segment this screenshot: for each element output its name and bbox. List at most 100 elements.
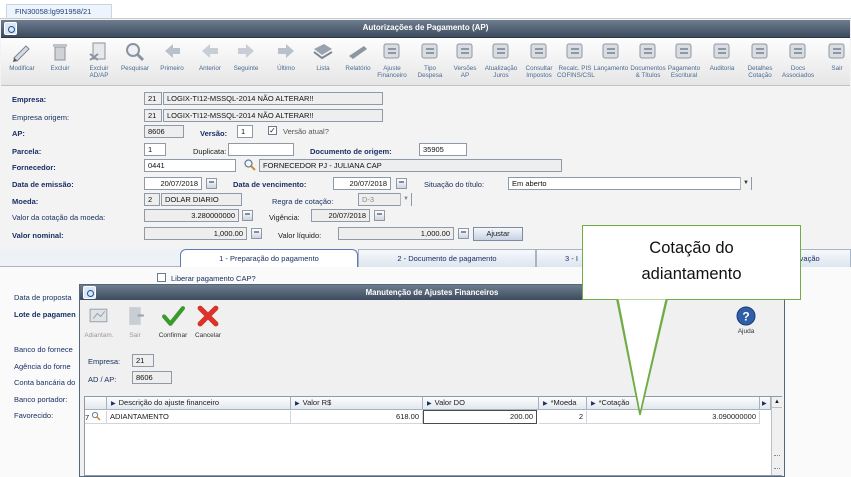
toolbar-button-4[interactable]: Pesquisar bbox=[117, 40, 153, 84]
expense-type-icon bbox=[412, 40, 448, 62]
valor-nominal-field[interactable]: 1,000.00 bbox=[144, 227, 247, 240]
empresa-origem-name-field[interactable]: LOGIX-TI12-MSSQL-2014 NÃO ALTERAR!! bbox=[163, 109, 383, 122]
lower-field-label: Data de proposta bbox=[14, 293, 72, 302]
col-header-cotacao[interactable]: ▶ *Cotação bbox=[587, 397, 760, 410]
modal-adap-label: AD / AP: bbox=[88, 375, 117, 384]
calculator-icon[interactable] bbox=[458, 228, 469, 239]
exit-door-icon bbox=[123, 307, 147, 330]
calculator-icon[interactable] bbox=[242, 210, 253, 221]
col-header-valor-rs[interactable]: ▶ Valor R$ bbox=[291, 397, 423, 410]
help-icon: ? bbox=[736, 306, 756, 326]
payment-icon bbox=[666, 40, 702, 62]
callout-line1: Cotação do bbox=[649, 239, 734, 257]
dialog-button-adiantam[interactable]: Adiantam. bbox=[82, 304, 116, 339]
valor-liquido-field[interactable]: 1,000.00 bbox=[338, 227, 454, 240]
toolbar-button-13[interactable]: Versões AP bbox=[447, 40, 483, 84]
dialog-button-sair[interactable]: Sair bbox=[118, 304, 152, 339]
moeda-name-field[interactable]: DOLAR DIARIO bbox=[161, 193, 242, 206]
advance-icon bbox=[87, 308, 111, 330]
fornecedor-search-icon[interactable] bbox=[243, 158, 257, 172]
chevron-down-icon[interactable]: ▼ bbox=[740, 177, 751, 190]
document-tab[interactable]: FIN30058:lg991958/21 bbox=[6, 4, 112, 18]
situacao-select[interactable]: Em aberto bbox=[508, 177, 752, 190]
toolbar-button-label: Versões AP bbox=[453, 65, 477, 79]
toolbar-button-19[interactable]: Pagamento Escritural bbox=[666, 40, 702, 84]
ajustar-button[interactable]: Ajustar bbox=[473, 227, 523, 241]
toolbar-button-label: Pesquisar bbox=[120, 65, 149, 72]
toolbar-button-17[interactable]: Lançamento bbox=[593, 40, 629, 84]
toolbar-button-11[interactable]: Ajuste Financeiro bbox=[374, 40, 410, 84]
tab-documento[interactable]: 2 - Documento de pagamento bbox=[358, 249, 536, 267]
toolbar-button-21[interactable]: Detalhes Cotação bbox=[742, 40, 778, 84]
versao-atual-checkbox[interactable]: ✓ bbox=[268, 126, 277, 135]
toolbar-button-12[interactable]: Tipo Despesa bbox=[412, 40, 448, 84]
cell-valor-rs[interactable]: 618.00 bbox=[291, 411, 423, 424]
data-vencimento-field[interactable]: 20/07/2018 bbox=[333, 177, 391, 190]
toolbar-button-9[interactable]: Lista bbox=[305, 40, 341, 84]
toolbar-button-1[interactable]: Modificar bbox=[4, 40, 40, 84]
liberar-pagamento-checkbox[interactable] bbox=[157, 273, 166, 282]
col-header-descricao[interactable]: ▶ Descrição do ajuste financeiro bbox=[107, 397, 291, 410]
toolbar-button-23[interactable]: Sair bbox=[819, 40, 851, 84]
scroll-grip[interactable] bbox=[774, 455, 780, 469]
toolbar-button-18[interactable]: Documentos & Títulos bbox=[630, 40, 666, 84]
dialog-button-cancelar[interactable]: Cancelar bbox=[191, 304, 225, 339]
documento-origem-field[interactable]: 35905 bbox=[419, 143, 467, 156]
empresa-origem-code-field[interactable]: 21 bbox=[144, 109, 162, 122]
parcela-label: Parcela: bbox=[12, 147, 42, 156]
calendar-icon[interactable] bbox=[374, 210, 385, 221]
toolbar-button-22[interactable]: Docs Associados bbox=[780, 40, 816, 84]
empresa-code-field[interactable]: 21 bbox=[144, 92, 162, 105]
chevron-down-icon[interactable]: ▼ bbox=[400, 193, 411, 206]
ap-label: AP: bbox=[12, 129, 25, 138]
toolbar-button-14[interactable]: Atualização Juros bbox=[483, 40, 519, 84]
cell-descricao[interactable]: ADIANTAMENTO bbox=[107, 411, 291, 424]
toolbar-button-label: Primeiro bbox=[160, 65, 184, 72]
toolbar-button-8[interactable]: Último bbox=[268, 40, 304, 84]
ap-field[interactable]: 8606 bbox=[144, 125, 184, 138]
calculator-icon[interactable] bbox=[251, 228, 262, 239]
previous-arrow-icon bbox=[192, 40, 228, 62]
tab-3[interactable]: 3 - I bbox=[536, 249, 584, 267]
next-arrow-icon bbox=[228, 40, 264, 62]
toolbar-button-20[interactable]: Auditoria bbox=[704, 40, 740, 84]
vertical-scrollbar[interactable]: ▲ bbox=[771, 397, 782, 475]
fornecedor-name-field[interactable]: FORNECEDOR PJ - JULIANA CAP bbox=[259, 159, 562, 172]
calendar-icon[interactable] bbox=[206, 178, 217, 189]
empresa-name-field[interactable]: LOGIX-TI12-MSSQL-2014 NÃO ALTERAR!! bbox=[163, 92, 383, 105]
toolbar-button-15[interactable]: Consultar Impostos bbox=[521, 40, 557, 84]
modal-adap-field[interactable]: 8606 bbox=[132, 371, 172, 384]
toolbar-button-6[interactable]: Anterior bbox=[192, 40, 228, 84]
duplicata-field[interactable] bbox=[228, 143, 294, 156]
moeda-label: Moeda: bbox=[12, 197, 39, 206]
col-header-valor-do[interactable]: ▶ Valor DO bbox=[423, 397, 539, 410]
tab-preparacao[interactable]: 1 - Preparação do pagamento bbox=[180, 249, 358, 267]
vigencia-field[interactable]: 20/07/2018 bbox=[311, 209, 370, 222]
cell-cotacao[interactable]: 3.090000000 bbox=[587, 411, 760, 424]
lower-field-label: Conta bancária do bbox=[14, 378, 76, 387]
table-row-indicator[interactable]: 7 bbox=[85, 411, 107, 424]
cell-valor-do[interactable]: 200.00 bbox=[423, 410, 537, 424]
situacao-value: Em aberto bbox=[512, 179, 547, 188]
cell-moeda[interactable]: 2 bbox=[539, 411, 587, 424]
toolbar-button-2[interactable]: Excluir bbox=[42, 40, 78, 84]
moeda-code-field[interactable]: 2 bbox=[144, 193, 160, 206]
modal-empresa-field[interactable]: 21 bbox=[132, 354, 154, 367]
toolbar-button-16[interactable]: Recalc. PIS COFINS/CSL bbox=[557, 40, 595, 84]
fornecedor-code-field[interactable]: 0441 bbox=[144, 159, 236, 172]
cotacao-moeda-field[interactable]: 3.280000000 bbox=[144, 209, 239, 222]
versao-field[interactable]: 1 bbox=[237, 125, 253, 138]
parcela-field[interactable]: 1 bbox=[144, 143, 166, 156]
calendar-icon[interactable] bbox=[396, 178, 407, 189]
col-more[interactable]: ▶ bbox=[760, 397, 771, 410]
toolbar-button-7[interactable]: Seguinte bbox=[228, 40, 264, 84]
dialog-button-confirmar[interactable]: Confirmar bbox=[156, 304, 190, 339]
interest-update-icon bbox=[483, 40, 519, 62]
help-button[interactable]: ? Ajuda bbox=[730, 306, 762, 335]
col-header-moeda[interactable]: ▶ *Moeda bbox=[539, 397, 587, 410]
scroll-up-icon[interactable]: ▲ bbox=[772, 397, 782, 408]
toolbar-button-3[interactable]: Excluir AD/AP bbox=[81, 40, 117, 84]
toolbar-button-5[interactable]: Primeiro bbox=[154, 40, 190, 84]
toolbar-button-10[interactable]: Relatório bbox=[340, 40, 376, 84]
data-emissao-field[interactable]: 20/07/2018 bbox=[144, 177, 202, 190]
